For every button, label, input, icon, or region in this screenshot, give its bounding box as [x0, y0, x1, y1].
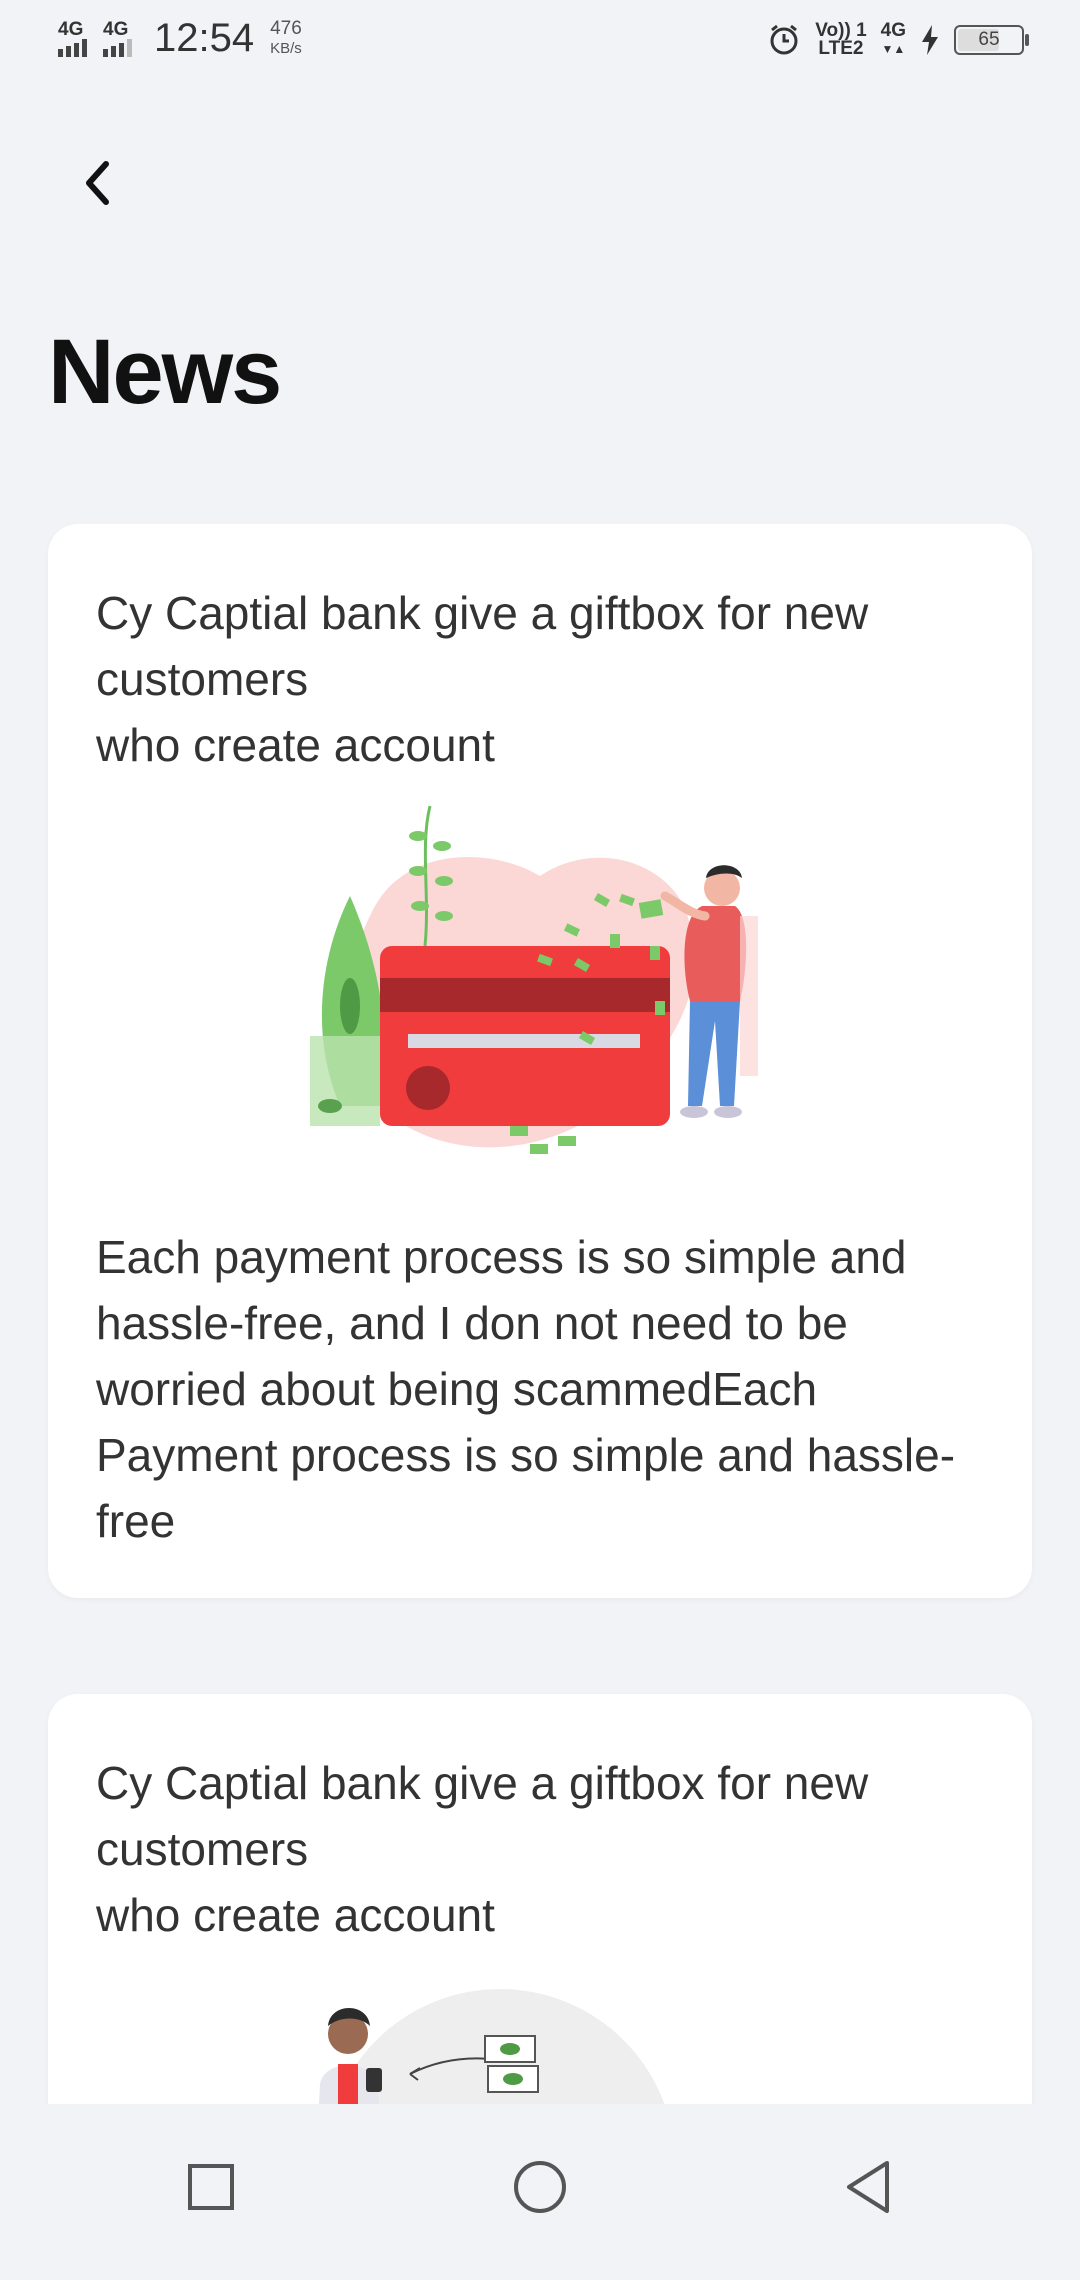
network-type-2: 4G: [103, 18, 129, 40]
network-3-label: 4G: [880, 20, 906, 41]
news-title: Cy Captial bank give a giftbox for new c…: [96, 587, 869, 771]
home-button[interactable]: [505, 2152, 575, 2222]
credit-card-money-illustration: [310, 806, 758, 1154]
recent-apps-button[interactable]: [176, 2152, 246, 2222]
battery-level: 65: [978, 29, 1000, 50]
news-card[interactable]: Cy Captial bank give a giftbox for new c…: [48, 524, 1032, 1598]
lte2-label: LTE2: [818, 38, 864, 59]
signal-1: 4G: [58, 18, 87, 57]
signal-bars-icon: [103, 38, 132, 57]
back-button[interactable]: [72, 150, 122, 216]
news-card[interactable]: Cy Captial bank give a giftbox for new c…: [48, 1694, 1032, 2104]
signal-2: 4G: [103, 18, 132, 57]
recent-apps-icon: [188, 2164, 234, 2210]
status-time: 12:54: [154, 16, 255, 60]
signal-bars-icon: [58, 38, 87, 57]
network-type-1: 4G: [58, 18, 84, 40]
system-back-button[interactable]: [833, 2152, 903, 2222]
charging-icon: [922, 25, 938, 55]
navigation-bar: [0, 2104, 1080, 2280]
news-body: Each payment process is so simple and ha…: [96, 1231, 956, 1547]
speed-value: 476: [270, 17, 302, 39]
back-icon: [847, 2161, 889, 2213]
home-icon: [514, 2161, 566, 2213]
battery-icon: 65: [954, 25, 1029, 55]
back-chevron-icon: [86, 161, 109, 205]
news-list[interactable]: Cy Captial bank give a giftbox for new c…: [0, 500, 1080, 2104]
status-bar: 4G 4G 12:54 476 KB/s Vo)) 1 LTE2 4G ▼▲ 6…: [0, 0, 1080, 84]
speed-unit: KB/s: [270, 39, 302, 57]
page-title: News: [48, 321, 282, 423]
network-speed: 476 KB/s: [270, 17, 302, 59]
person-sending-money-illustration: [319, 1989, 665, 2104]
alarm-icon: [770, 24, 798, 55]
news-title: Cy Captial bank give a giftbox for new c…: [96, 1757, 869, 1941]
network-type-3: 4G ▼▲: [880, 20, 906, 56]
volte-indicator: Vo)) 1 LTE2: [815, 21, 866, 59]
